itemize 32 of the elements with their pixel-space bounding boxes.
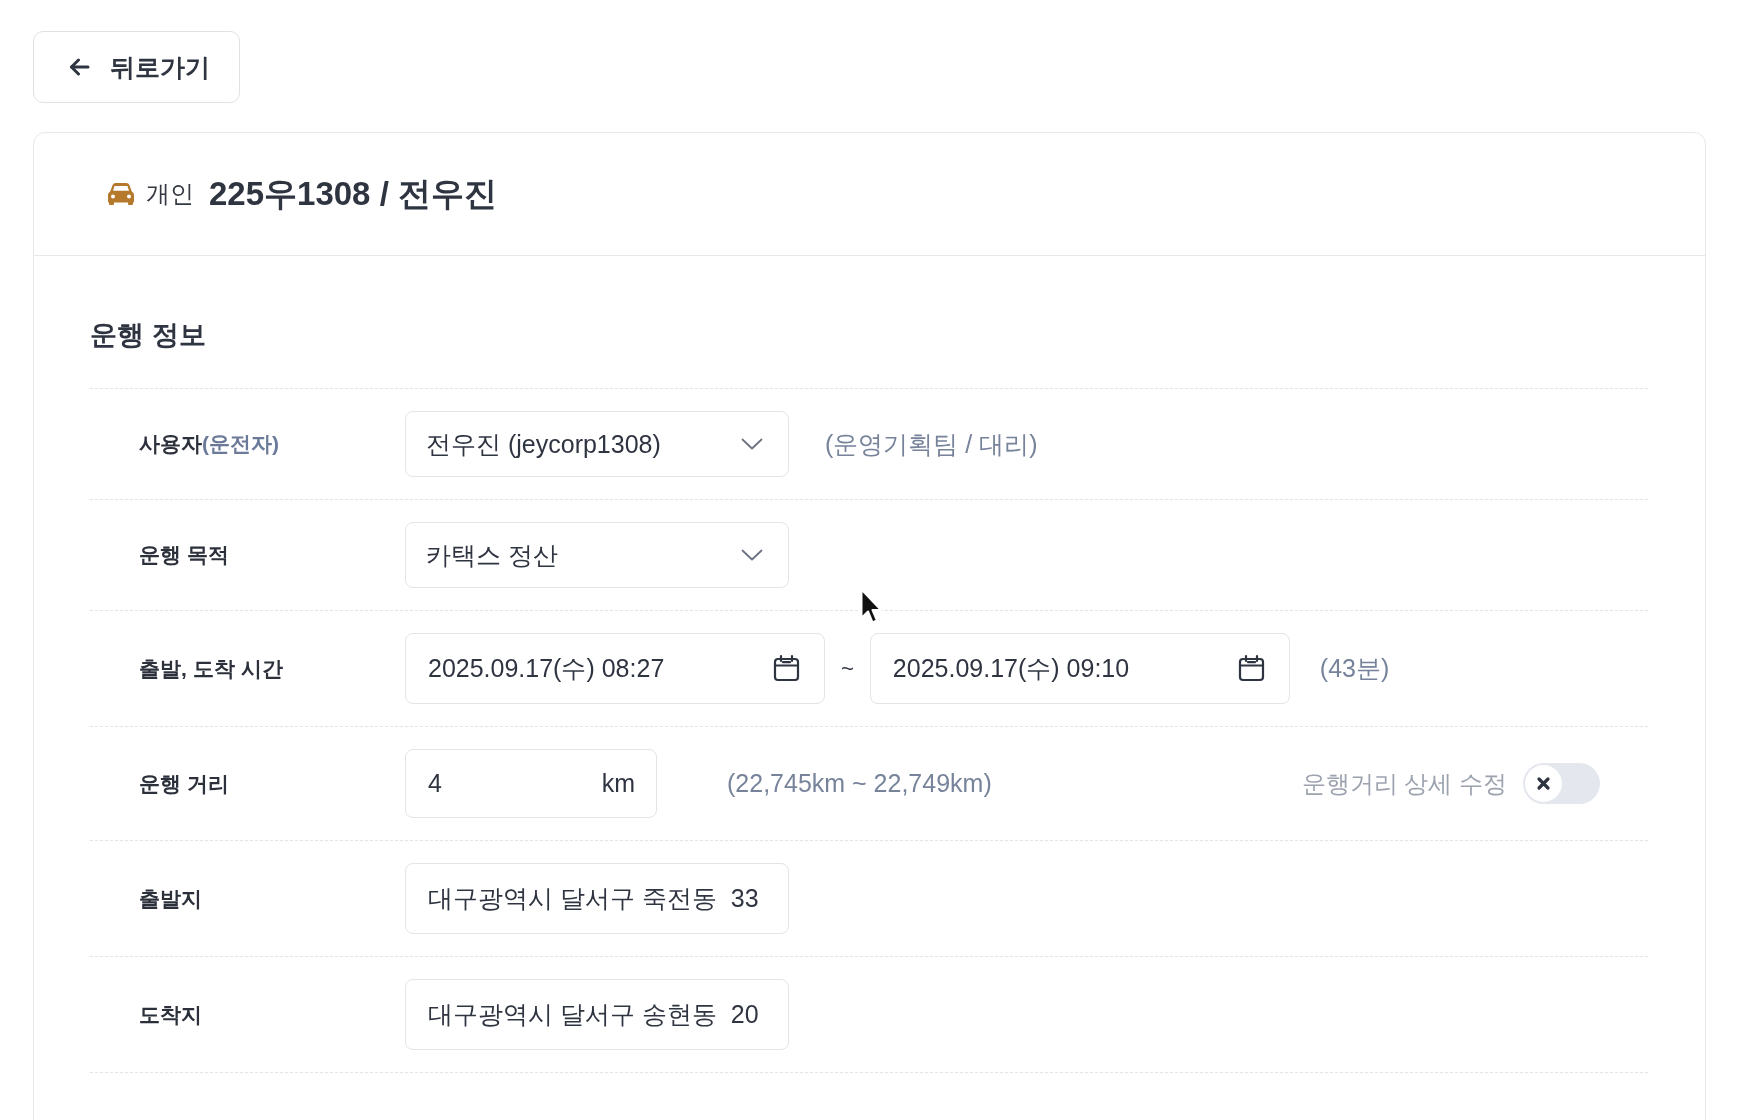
field-label: 도착지 xyxy=(139,1001,202,1028)
chevron-down-icon xyxy=(741,549,763,561)
field-label: 출발, 도착 시간 xyxy=(139,655,283,682)
duration-text: (43분) xyxy=(1319,653,1390,684)
field-label: 운행 목적 xyxy=(139,542,229,568)
chevron-down-icon xyxy=(741,438,763,450)
car-icon xyxy=(107,182,135,206)
address-field[interactable]: 대구광역시 달서구 송현동 20 xyxy=(405,979,789,1050)
date-field[interactable]: 2025.09.17(수) 09:10 xyxy=(869,633,1290,704)
unit-label: km xyxy=(601,769,635,798)
section-title: 운행 정보 xyxy=(90,319,206,352)
odometer-range-text: (22,745km ~ 22,749km) xyxy=(727,769,992,798)
select-field[interactable]: 전우진 (jeycorp1308) xyxy=(405,411,789,477)
vehicle-title: 225우1308 / 전우진 xyxy=(209,173,497,214)
field-label: 운행 거리 xyxy=(139,770,229,797)
toggle-switch[interactable] xyxy=(1523,763,1600,804)
vehicle-type-label: 개인 xyxy=(146,179,194,209)
arrow-left-icon xyxy=(69,58,90,76)
field-label: 출발지 xyxy=(139,885,202,912)
date-field[interactable]: 2025.09.17(수) 08:27 xyxy=(405,633,825,704)
label-note: (운전자) xyxy=(202,431,279,457)
address-field[interactable]: 대구광역시 달서구 죽전동 33 xyxy=(405,863,789,934)
back-button[interactable]: 뒤로가기 xyxy=(33,31,240,103)
field-label: 사용자 xyxy=(139,431,202,457)
calendar-icon xyxy=(772,654,801,683)
note-text: (운영기획팀 / 대리) xyxy=(825,428,1038,460)
distance-field[interactable]: 4 km xyxy=(405,749,657,818)
select-field[interactable]: 카택스 정산 xyxy=(405,522,789,588)
range-separator: ~ xyxy=(841,655,854,682)
cross-icon xyxy=(1525,765,1562,802)
toggle-label: 운행거리 상세 수정 xyxy=(1301,768,1507,799)
calendar-icon xyxy=(1236,654,1266,683)
